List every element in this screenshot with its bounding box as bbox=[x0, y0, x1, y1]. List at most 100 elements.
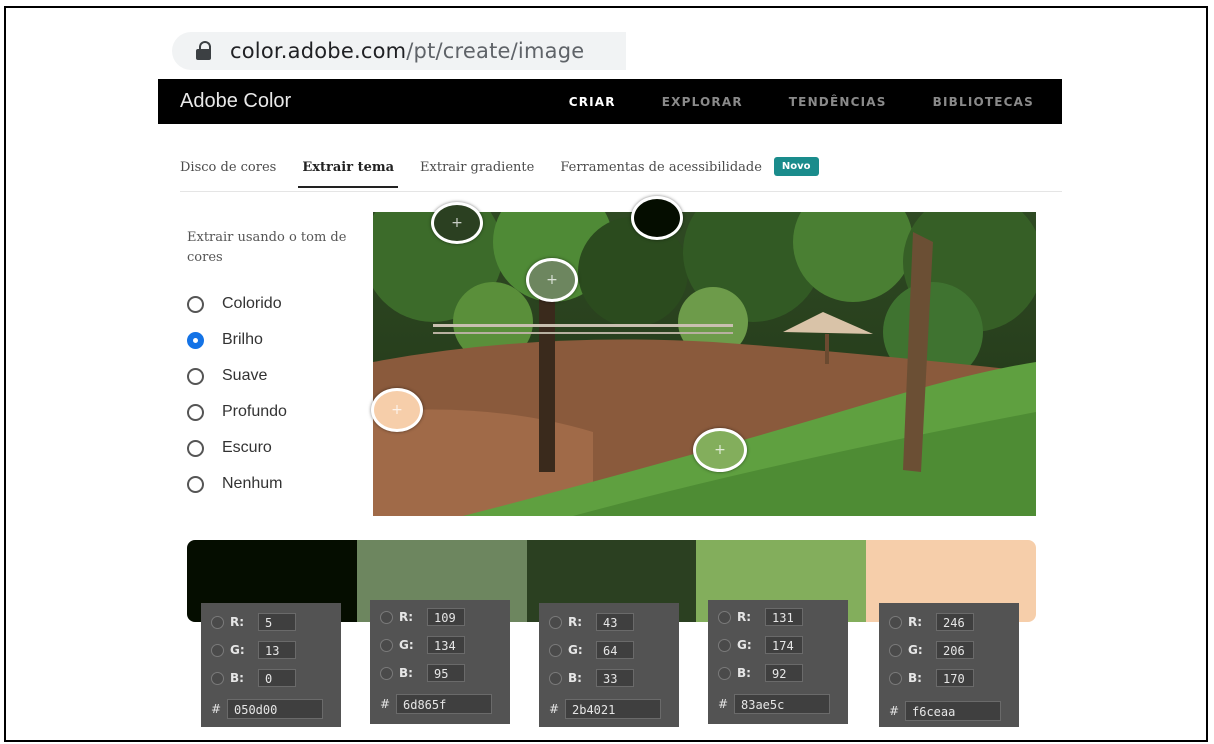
b-value[interactable]: 170 bbox=[936, 669, 974, 687]
radio-icon[interactable] bbox=[889, 615, 902, 629]
radio-icon[interactable] bbox=[718, 610, 731, 624]
radio-icon[interactable] bbox=[889, 643, 902, 657]
r-label: R: bbox=[230, 615, 245, 629]
nav-bibliotecas[interactable]: BIBLIOTECAS bbox=[933, 95, 1034, 109]
radio-icon[interactable] bbox=[718, 638, 731, 652]
b-value[interactable]: 95 bbox=[427, 664, 465, 682]
plus-icon: + bbox=[714, 442, 726, 458]
nav-tendencias[interactable]: TENDÊNCIAS bbox=[789, 95, 887, 109]
color-picker-handle[interactable] bbox=[631, 196, 683, 240]
hash-label: # bbox=[380, 697, 391, 711]
mood-option-label: Profundo bbox=[222, 403, 287, 420]
radio-icon[interactable] bbox=[889, 671, 902, 685]
mood-label: Extrair usando o tom de cores bbox=[187, 230, 347, 265]
hex-value[interactable]: 6d865f bbox=[396, 694, 492, 714]
g-label: G: bbox=[908, 643, 923, 657]
b-label: B: bbox=[230, 671, 244, 685]
nav-criar[interactable]: CRIAR bbox=[569, 95, 616, 109]
color-picker-handle[interactable]: + bbox=[431, 202, 483, 244]
plus-icon: + bbox=[451, 215, 463, 231]
hash-label: # bbox=[718, 697, 729, 711]
mood-option-suave[interactable]: Suave bbox=[187, 358, 287, 394]
hash-label: # bbox=[211, 702, 222, 716]
r-value[interactable]: 43 bbox=[596, 613, 634, 631]
garden-photo bbox=[373, 212, 1036, 516]
r-label: R: bbox=[568, 615, 583, 629]
tab-extrair-tema[interactable]: Extrair tema bbox=[298, 156, 398, 188]
color-picker-handle[interactable]: + bbox=[693, 428, 747, 472]
nav-explorar[interactable]: EXPLORAR bbox=[662, 95, 743, 109]
mood-option-label: Nenhum bbox=[222, 475, 283, 492]
mood-option-brilho[interactable]: Brilho bbox=[187, 322, 287, 358]
hex-value[interactable]: 83ae5c bbox=[734, 694, 830, 714]
g-label: G: bbox=[568, 643, 583, 657]
radio-icon[interactable] bbox=[187, 367, 204, 385]
hex-value[interactable]: f6ceaa bbox=[905, 701, 1001, 721]
tabs-divider bbox=[180, 191, 1062, 192]
rgb-panel-2: R: 109 G: 134 B: 95 #6d865f bbox=[370, 600, 510, 724]
radio-icon[interactable] bbox=[211, 643, 224, 657]
radio-icon[interactable] bbox=[549, 643, 562, 657]
mood-option-label: Suave bbox=[222, 367, 268, 384]
mood-option-label: Escuro bbox=[222, 439, 272, 456]
tab-ferramentas-acessibilidade[interactable]: Ferramentas de acessibilidade bbox=[560, 156, 762, 175]
g-value[interactable]: 64 bbox=[596, 641, 634, 659]
url-text[interactable]: color.adobe.com/pt/create/image bbox=[230, 39, 584, 63]
g-value[interactable]: 134 bbox=[427, 636, 465, 654]
r-value[interactable]: 5 bbox=[258, 613, 296, 631]
radio-icon[interactable] bbox=[380, 666, 393, 680]
radio-icon[interactable] bbox=[380, 638, 393, 652]
radio-selected-icon[interactable] bbox=[187, 331, 204, 349]
radio-icon[interactable] bbox=[187, 295, 204, 313]
g-label: G: bbox=[399, 638, 414, 652]
tab-extrair-gradiente[interactable]: Extrair gradiente bbox=[420, 156, 534, 175]
tab-disco-de-cores[interactable]: Disco de cores bbox=[180, 156, 276, 175]
radio-icon[interactable] bbox=[187, 475, 204, 493]
hex-value[interactable]: 050d00 bbox=[227, 699, 323, 719]
radio-icon[interactable] bbox=[187, 403, 204, 421]
r-value[interactable]: 246 bbox=[936, 613, 974, 631]
new-badge: Novo bbox=[773, 157, 819, 176]
url-host: color.adobe.com bbox=[230, 39, 407, 63]
color-picker-handle[interactable]: + bbox=[371, 388, 423, 432]
radio-icon[interactable] bbox=[187, 439, 204, 457]
g-value[interactable]: 13 bbox=[258, 641, 296, 659]
mood-option-colorido[interactable]: Colorido bbox=[187, 286, 287, 322]
radio-icon[interactable] bbox=[718, 666, 731, 680]
radio-icon[interactable] bbox=[211, 671, 224, 685]
url-path: /pt/create/image bbox=[406, 39, 585, 63]
radio-icon[interactable] bbox=[380, 610, 393, 624]
r-label: R: bbox=[908, 615, 923, 629]
lock-icon bbox=[196, 41, 214, 61]
brand-logo-text[interactable]: Adobe Color bbox=[180, 90, 291, 113]
rgb-panel-3: R: 43 G: 64 B: 33 #2b4021 bbox=[539, 603, 679, 727]
mood-option-escuro[interactable]: Escuro bbox=[187, 430, 287, 466]
mood-option-profundo[interactable]: Profundo bbox=[187, 394, 287, 430]
b-value[interactable]: 0 bbox=[258, 669, 296, 687]
top-navigation: CRIAR EXPLORAR TENDÊNCIAS BIBLIOTECAS bbox=[523, 79, 1034, 124]
g-value[interactable]: 174 bbox=[765, 636, 803, 654]
hex-value[interactable]: 2b4021 bbox=[565, 699, 661, 719]
rgb-panel-5: R: 246 G: 206 B: 170 # f6ceaa bbox=[879, 603, 1019, 727]
mood-options: Colorido Brilho Suave Profundo Escuro Ne… bbox=[187, 286, 287, 502]
address-bar[interactable]: color.adobe.com/pt/create/image bbox=[172, 32, 626, 70]
r-value[interactable]: 109 bbox=[427, 608, 465, 626]
hash-label: # bbox=[549, 702, 560, 716]
mood-option-nenhum[interactable]: Nenhum bbox=[187, 466, 287, 502]
mood-option-label: Brilho bbox=[222, 331, 263, 348]
b-label: B: bbox=[737, 666, 751, 680]
rgb-panel-1: R: 5 G: 13 B: 0 #050d00 bbox=[201, 603, 341, 727]
r-value[interactable]: 131 bbox=[765, 608, 803, 626]
rgb-panel-4: R: 131 G: 174 B: 92 #83ae5c bbox=[708, 600, 848, 724]
radio-icon[interactable] bbox=[549, 615, 562, 629]
b-value[interactable]: 92 bbox=[765, 664, 803, 682]
radio-icon[interactable] bbox=[549, 671, 562, 685]
mood-option-label: Colorido bbox=[222, 295, 282, 312]
b-value[interactable]: 33 bbox=[596, 669, 634, 687]
radio-icon[interactable] bbox=[211, 615, 224, 629]
r-label: R: bbox=[399, 610, 414, 624]
source-photo[interactable]: + + + + bbox=[371, 196, 1036, 516]
create-tabs: Disco de cores Extrair tema Extrair grad… bbox=[180, 156, 819, 192]
g-value[interactable]: 206 bbox=[936, 641, 974, 659]
color-picker-handle[interactable]: + bbox=[526, 258, 578, 302]
